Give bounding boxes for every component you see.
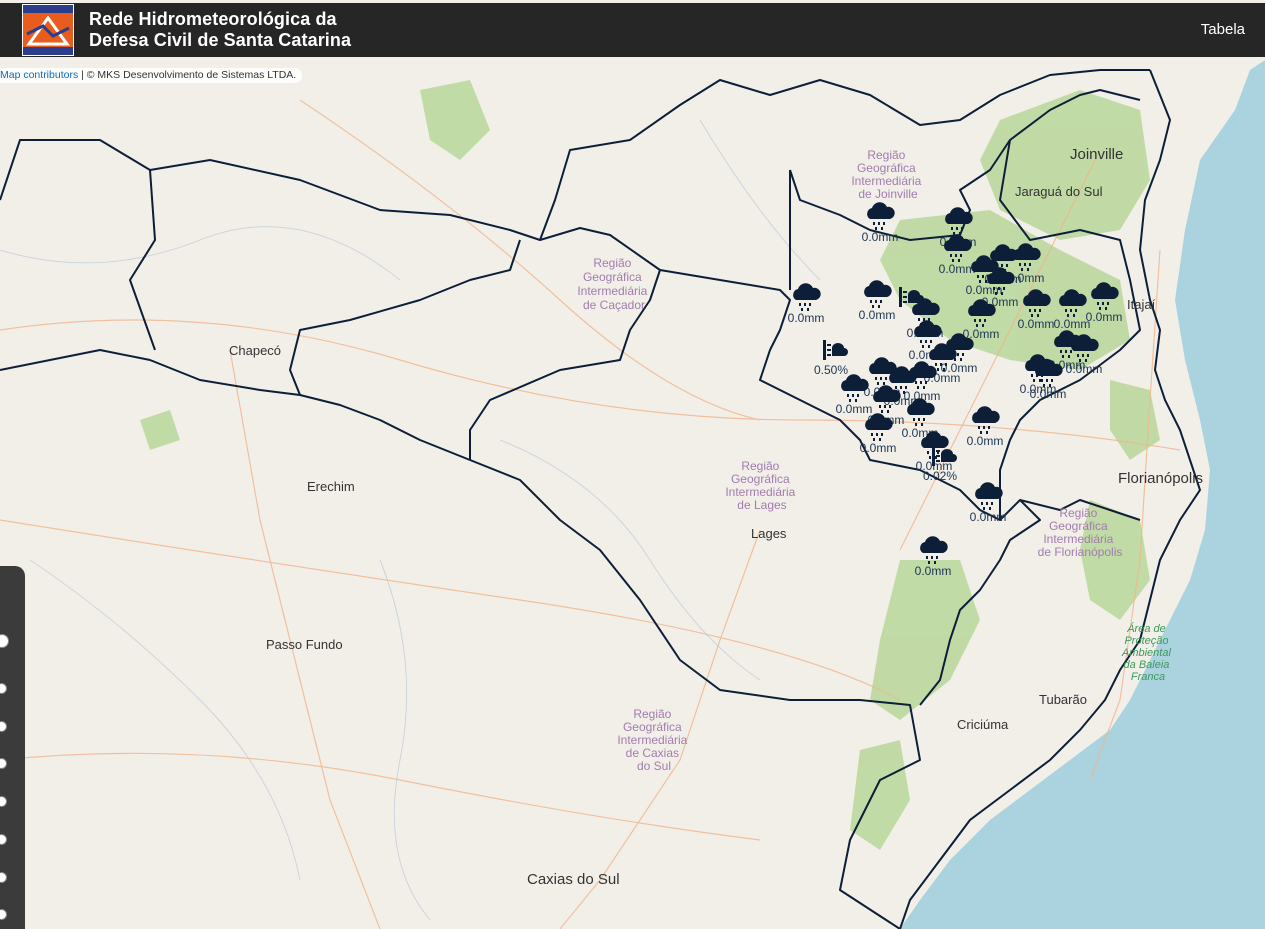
station-reading: 0.0mm [860, 441, 897, 455]
place-label-tubarao: Tubarão [1039, 692, 1087, 707]
place-label-joinville: Joinville [1070, 146, 1123, 163]
station-reading: 0.0mm [1066, 362, 1103, 376]
timeline-step[interactable] [0, 872, 7, 883]
app-title-line1: Rede Hidrometeorológica da [89, 9, 337, 29]
place-label-florianopolis: Florianópolis [1118, 470, 1203, 487]
timeline-step[interactable] [0, 683, 7, 694]
station-reading: 0.0mm [967, 434, 1004, 448]
timeline-step[interactable] [0, 909, 7, 920]
timeline-panel[interactable] [0, 566, 25, 929]
timeline-step[interactable] [0, 834, 7, 845]
map-canvas[interactable]: Joinville Jaraguá do Sul Chapecó Erechim… [0, 0, 1265, 929]
station-reading: 0.0mm [939, 262, 976, 276]
station-reading: 0.02% [923, 469, 957, 483]
place-label-criciuma: Criciúma [957, 717, 1009, 732]
place-label-passo-fundo: Passo Fundo [266, 637, 343, 652]
place-label-lages: Lages [751, 526, 787, 541]
station-reading: 0.0mm [1086, 310, 1123, 324]
map-attribution: Map contributors | © MKS Desenvolvimento… [0, 68, 303, 83]
top-bar: Rede Hidrometeorológica da Defesa Civil … [0, 3, 1265, 57]
station-reading: 0.0mm [1018, 317, 1055, 331]
app-title-line2: Defesa Civil de Santa Catarina [89, 30, 352, 50]
attribution-link[interactable]: Map contributors [0, 69, 78, 81]
place-label-itajai: Itajaí [1127, 297, 1156, 312]
timeline-handle[interactable] [0, 634, 9, 648]
station-reading: 0.0mm [915, 564, 952, 578]
timeline-step[interactable] [0, 796, 7, 807]
place-label-chapeco: Chapecó [229, 343, 281, 358]
place-label-erechim: Erechim [307, 479, 355, 494]
attribution-text: | © MKS Desenvolvimento de Sistemas LTDA… [78, 69, 297, 81]
station-reading: 0.0mm [788, 311, 825, 325]
place-label-caxias: Caxias do Sul [527, 871, 620, 888]
timeline-step[interactable] [0, 758, 7, 769]
defesa-civil-logo[interactable] [22, 4, 74, 56]
table-link[interactable]: Tabela [1201, 21, 1245, 38]
station-reading: 0.0mm [1030, 387, 1067, 401]
station-reading: 0.50% [814, 363, 848, 377]
station-reading: 0.0mm [1054, 317, 1091, 331]
station-reading: 0.0mm [859, 308, 896, 322]
app-title: Rede Hidrometeorológica da Defesa Civil … [89, 9, 351, 51]
station-reading: 0.0mm [970, 510, 1007, 524]
timeline-step[interactable] [0, 721, 7, 732]
station-reading: 0.0mm [862, 230, 899, 244]
place-label-jaragua: Jaraguá do Sul [1015, 184, 1103, 199]
